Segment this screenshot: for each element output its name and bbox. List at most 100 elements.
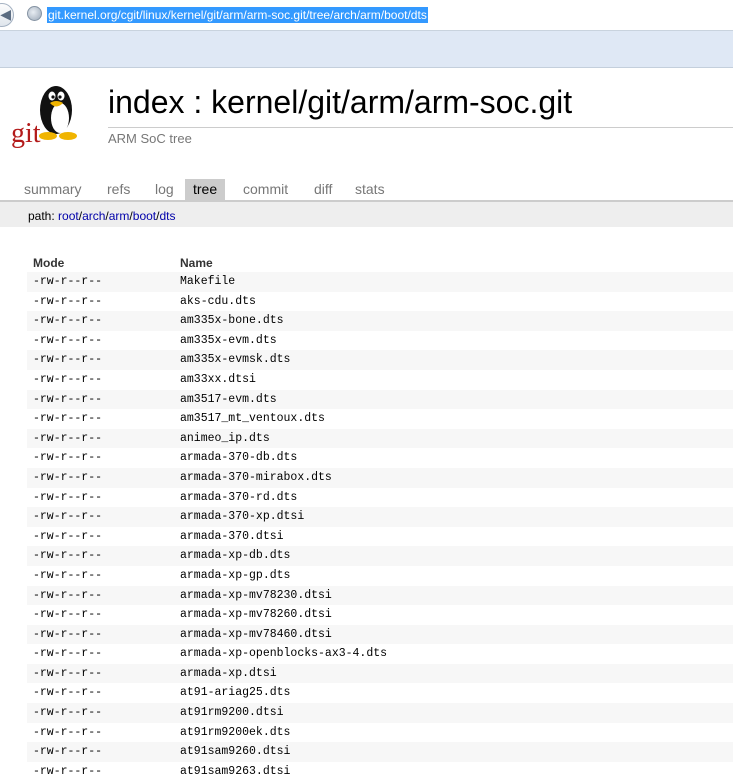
file-mode: -rw-r--r-- bbox=[33, 706, 103, 720]
file-name-link[interactable]: at91-ariag25.dts bbox=[180, 686, 290, 699]
file-name-link[interactable]: am3517-evm.dts bbox=[180, 393, 277, 406]
file-mode: -rw-r--r-- bbox=[33, 549, 103, 563]
page-title: index : kernel/git/arm/arm-soc.git bbox=[108, 84, 573, 120]
table-row: -rw-r--r-- at91rm9200.dtsi bbox=[27, 703, 733, 723]
repo-description: ARM SoC tree bbox=[108, 131, 192, 146]
path-bar: path: root/arch/arm/boot/dts bbox=[0, 202, 733, 227]
file-name-link[interactable]: am33xx.dtsi bbox=[180, 373, 256, 386]
globe-icon bbox=[27, 6, 42, 21]
file-name-link[interactable]: at91sam9263.dtsi bbox=[180, 765, 290, 778]
file-name-link[interactable]: animeo_ip.dts bbox=[180, 432, 270, 445]
file-name-link[interactable]: armada-370-rd.dts bbox=[180, 491, 297, 504]
file-name-link[interactable]: armada-xp-mv78260.dtsi bbox=[180, 608, 332, 621]
column-header-mode: Mode bbox=[33, 256, 65, 270]
file-mode: -rw-r--r-- bbox=[33, 627, 103, 641]
file-mode: -rw-r--r-- bbox=[33, 686, 103, 700]
file-name-link[interactable]: am3517_mt_ventoux.dts bbox=[180, 412, 325, 425]
table-row: -rw-r--r-- at91sam9263.dtsi bbox=[27, 762, 733, 781]
file-mode: -rw-r--r-- bbox=[33, 510, 103, 524]
url-text[interactable]: git.kernel.org/cgit/linux/kernel/git/arm… bbox=[47, 7, 428, 23]
cgit-logo-icon: git bbox=[11, 86, 77, 149]
table-row: -rw-r--r-- am335x-evmsk.dts bbox=[27, 350, 733, 370]
tab-log[interactable]: log bbox=[147, 179, 182, 200]
file-mode: -rw-r--r-- bbox=[33, 314, 103, 328]
file-list: Mode Name -rw-r--r-- Makefile -rw-r--r-- ak… bbox=[27, 256, 733, 781]
tab-commit[interactable]: commit bbox=[235, 179, 296, 200]
path-segment-boot[interactable]: boot bbox=[133, 209, 156, 223]
table-row: -rw-r--r-- armada-xp-gp.dts bbox=[27, 566, 733, 586]
table-row: -rw-r--r-- armada-xp.dtsi bbox=[27, 663, 733, 684]
file-name-link[interactable]: armada-xp.dtsi bbox=[180, 667, 277, 680]
file-mode: -rw-r--r-- bbox=[33, 647, 103, 661]
table-row: -rw-r--r-- armada-xp-openblocks-ax3-4.dts bbox=[27, 644, 733, 664]
file-name-link[interactable]: armada-370-xp.dtsi bbox=[180, 510, 304, 523]
file-name-link[interactable]: at91rm9200.dtsi bbox=[180, 706, 284, 719]
file-mode: -rw-r--r-- bbox=[33, 529, 103, 543]
file-mode: -rw-r--r-- bbox=[33, 431, 103, 445]
back-arrow-icon[interactable]: ◀ bbox=[0, 3, 14, 27]
file-name-link[interactable]: armada-xp-db.dts bbox=[180, 549, 290, 562]
table-row: -rw-r--r-- am335x-evm.dts bbox=[27, 331, 733, 351]
table-row: -rw-r--r-- am33xx.dtsi bbox=[27, 370, 733, 390]
file-mode: -rw-r--r-- bbox=[33, 412, 103, 426]
file-name-link[interactable]: aks-cdu.dts bbox=[180, 295, 256, 308]
file-name-link[interactable]: am335x-evm.dts bbox=[180, 334, 277, 347]
table-row: -rw-r--r-- armada-xp-mv78230.dtsi bbox=[27, 585, 733, 606]
file-mode: -rw-r--r-- bbox=[33, 568, 103, 582]
table-row: -rw-r--r-- at91rm9200ek.dts bbox=[27, 723, 733, 743]
file-name-link[interactable]: at91rm9200ek.dts bbox=[180, 726, 290, 739]
file-name-link[interactable]: armada-xp-gp.dts bbox=[180, 569, 290, 582]
table-row: -rw-r--r-- armada-xp-mv78260.dtsi bbox=[27, 605, 733, 625]
file-mode: -rw-r--r-- bbox=[33, 372, 103, 386]
path-label: path: bbox=[28, 209, 59, 223]
tab-summary[interactable]: summary bbox=[16, 179, 90, 200]
file-mode: -rw-r--r-- bbox=[33, 470, 103, 484]
file-mode: -rw-r--r-- bbox=[33, 608, 103, 622]
file-mode: -rw-r--r-- bbox=[33, 764, 103, 778]
file-mode: -rw-r--r-- bbox=[33, 294, 103, 308]
table-row: -rw-r--r-- armada-370-mirabox.dts bbox=[27, 467, 733, 488]
file-name-link[interactable]: Makefile bbox=[180, 275, 235, 288]
table-row: -rw-r--r-- armada-xp-db.dts bbox=[27, 546, 733, 566]
file-mode: -rw-r--r-- bbox=[33, 745, 103, 759]
file-mode: -rw-r--r-- bbox=[33, 353, 103, 367]
file-name-link[interactable]: am335x-bone.dts bbox=[180, 314, 284, 327]
path-segment-dts[interactable]: dts bbox=[159, 209, 175, 223]
file-name-link[interactable]: armada-370-db.dts bbox=[180, 451, 297, 464]
table-row: -rw-r--r-- Makefile bbox=[27, 272, 733, 292]
file-mode: -rw-r--r-- bbox=[33, 392, 103, 406]
table-row: -rw-r--r-- at91sam9260.dtsi bbox=[27, 742, 733, 762]
file-name-link[interactable]: armada-370.dtsi bbox=[180, 530, 284, 543]
file-mode: -rw-r--r-- bbox=[33, 490, 103, 504]
logo-text: git bbox=[11, 118, 41, 149]
table-row: -rw-r--r-- armada-xp-mv78460.dtsi bbox=[27, 624, 733, 645]
tab-refs[interactable]: refs bbox=[99, 179, 138, 200]
file-name-link[interactable]: am335x-evmsk.dts bbox=[180, 353, 290, 366]
table-row: -rw-r--r-- armada-370-xp.dtsi bbox=[27, 507, 733, 527]
table-row: -rw-r--r-- armada-370-db.dts bbox=[27, 448, 733, 468]
table-row: -rw-r--r-- aks-cdu.dts bbox=[27, 292, 733, 312]
path-segment-root[interactable]: root bbox=[58, 209, 79, 223]
table-row: -rw-r--r-- am3517_mt_ventoux.dts bbox=[27, 409, 733, 429]
tab-tree[interactable]: tree bbox=[185, 179, 226, 200]
file-list-header: Mode Name bbox=[27, 256, 733, 272]
table-row: -rw-r--r-- am3517-evm.dts bbox=[27, 389, 733, 410]
file-name-link[interactable]: armada-370-mirabox.dts bbox=[180, 471, 332, 484]
file-mode: -rw-r--r-- bbox=[33, 333, 103, 347]
path-segment-arm[interactable]: arm bbox=[109, 209, 130, 223]
table-row: -rw-r--r-- animeo_ip.dts bbox=[27, 428, 733, 449]
file-name-link[interactable]: armada-xp-mv78460.dtsi bbox=[180, 628, 332, 641]
address-bar[interactable]: ◀ git.kernel.org/cgit/linux/kernel/git/a… bbox=[0, 0, 733, 31]
file-name-link[interactable]: armada-xp-mv78230.dtsi bbox=[180, 589, 332, 602]
table-row: -rw-r--r-- armada-370.dtsi bbox=[27, 527, 733, 547]
file-name-link[interactable]: armada-xp-openblocks-ax3-4.dts bbox=[180, 647, 387, 660]
file-mode: -rw-r--r-- bbox=[33, 666, 103, 680]
file-mode: -rw-r--r-- bbox=[33, 275, 103, 288]
tab-stats[interactable]: stats bbox=[347, 179, 393, 200]
file-mode: -rw-r--r-- bbox=[33, 725, 103, 739]
table-row: -rw-r--r-- am335x-bone.dts bbox=[27, 311, 733, 331]
tab-diff[interactable]: diff bbox=[306, 179, 340, 200]
file-name-link[interactable]: at91sam9260.dtsi bbox=[180, 745, 290, 758]
file-mode: -rw-r--r-- bbox=[33, 588, 103, 602]
path-segment-arch[interactable]: arch bbox=[82, 209, 105, 223]
